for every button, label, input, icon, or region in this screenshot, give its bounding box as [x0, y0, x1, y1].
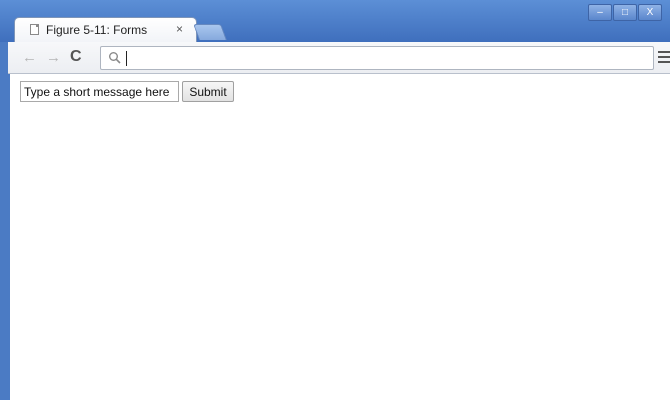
text-caret — [126, 51, 127, 66]
search-icon — [109, 52, 121, 64]
back-button[interactable]: ← — [22, 50, 37, 65]
minimize-button[interactable]: – — [588, 4, 612, 21]
window-controls: – □ X — [587, 4, 662, 21]
forward-button[interactable]: → — [46, 50, 61, 65]
message-input[interactable] — [20, 81, 179, 102]
submit-button[interactable]: Submit — [182, 81, 234, 102]
document-icon — [30, 24, 39, 35]
tab-title: Figure 5-11: Forms — [46, 23, 148, 37]
address-bar[interactable] — [100, 46, 654, 70]
close-window-button[interactable]: X — [638, 4, 662, 21]
reload-button[interactable]: C — [70, 49, 82, 65]
tab-close-icon[interactable]: × — [176, 23, 183, 35]
tab-forms[interactable]: Figure 5-11: Forms × — [14, 17, 197, 42]
maximize-button[interactable]: □ — [613, 4, 637, 21]
browser-toolbar: ← → C — [8, 42, 670, 74]
page-content: Submit — [10, 74, 670, 400]
menu-icon[interactable] — [658, 51, 670, 63]
title-bar: Figure 5-11: Forms × – □ X — [0, 0, 670, 42]
new-tab-button[interactable] — [193, 24, 227, 40]
browser-window: Figure 5-11: Forms × – □ X ← → C Submit — [0, 0, 670, 400]
